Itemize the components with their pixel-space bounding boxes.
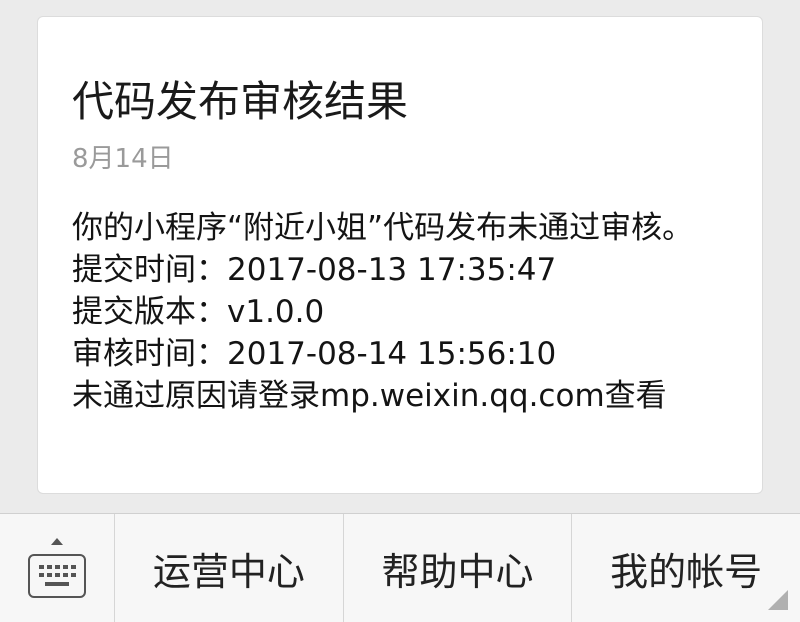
keyboard-icon <box>28 554 86 598</box>
bottom-menu-bar: 运营中心 帮助中心 我的帐号 <box>0 513 800 622</box>
menu-help-center[interactable]: 帮助中心 <box>344 514 573 622</box>
message-content: 你的小程序“附近小姐”代码发布未通过审核。 提交时间：2017-08-13 17… <box>72 207 728 417</box>
message-title: 代码发布审核结果 <box>72 77 409 126</box>
caret-up-icon <box>51 538 63 545</box>
menu-operation-center[interactable]: 运营中心 <box>115 514 344 622</box>
review-result-text: 你的小程序“附近小姐”代码发布未通过审核。 <box>72 210 694 246</box>
submit-version-text: 提交版本：v1.0.0 <box>72 294 325 330</box>
reject-reason-text: 未通过原因请登录mp.weixin.qq.com查看 <box>72 378 667 414</box>
submenu-corner-icon <box>768 590 789 610</box>
keyboard-toggle-button[interactable] <box>0 514 115 622</box>
menu-my-account[interactable]: 我的帐号 <box>572 514 800 622</box>
review-time-text: 审核时间：2017-08-14 15:56:10 <box>72 336 557 372</box>
message-date: 8月14日 <box>72 144 174 174</box>
submit-time-text: 提交时间：2017-08-13 17:35:47 <box>72 252 557 288</box>
menu-my-account-label: 我的帐号 <box>610 549 763 594</box>
message-card[interactable]: 代码发布审核结果 8月14日 你的小程序“附近小姐”代码发布未通过审核。 提交时… <box>37 16 763 494</box>
